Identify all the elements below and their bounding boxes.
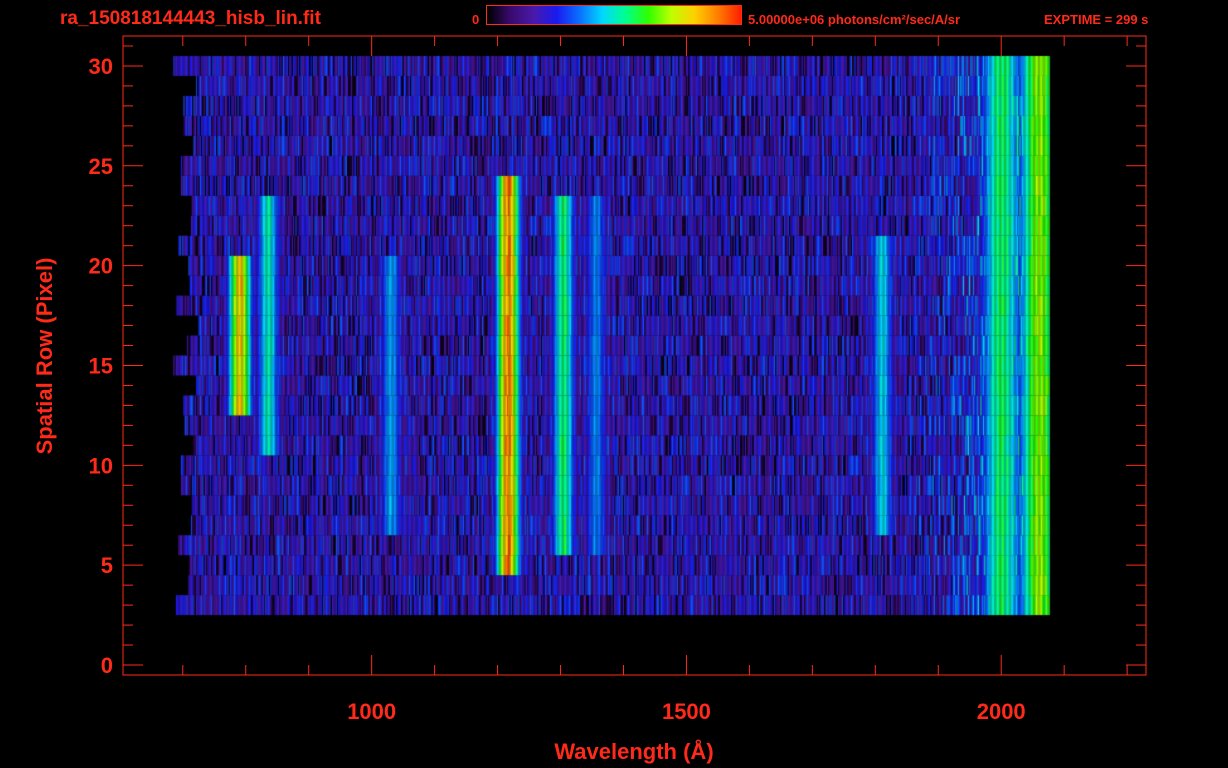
y-tick-label: 25 bbox=[89, 154, 113, 179]
y-tick-label: 5 bbox=[101, 553, 113, 578]
x-tick-label: 2000 bbox=[977, 699, 1026, 724]
spectral-heatmap-image bbox=[123, 36, 1146, 675]
x-axis-label: Wavelength (Å) bbox=[554, 738, 713, 764]
heatmap-raster bbox=[123, 36, 1146, 675]
y-tick-label: 10 bbox=[89, 453, 113, 478]
spectral-image-chart: 1000 1500 2000051015202530 Wavelength (Å) … bbox=[32, 35, 1147, 764]
y-axis-label: Spatial Row (Pixel) bbox=[32, 258, 57, 455]
y-tick-label: 30 bbox=[89, 54, 113, 79]
y-tick-label: 20 bbox=[89, 254, 113, 279]
y-tick-label: 15 bbox=[89, 353, 113, 378]
y-tick-label: 0 bbox=[101, 653, 113, 678]
x-tick-label: 1000 bbox=[347, 699, 396, 724]
x-tick-label: 1500 bbox=[662, 699, 711, 724]
